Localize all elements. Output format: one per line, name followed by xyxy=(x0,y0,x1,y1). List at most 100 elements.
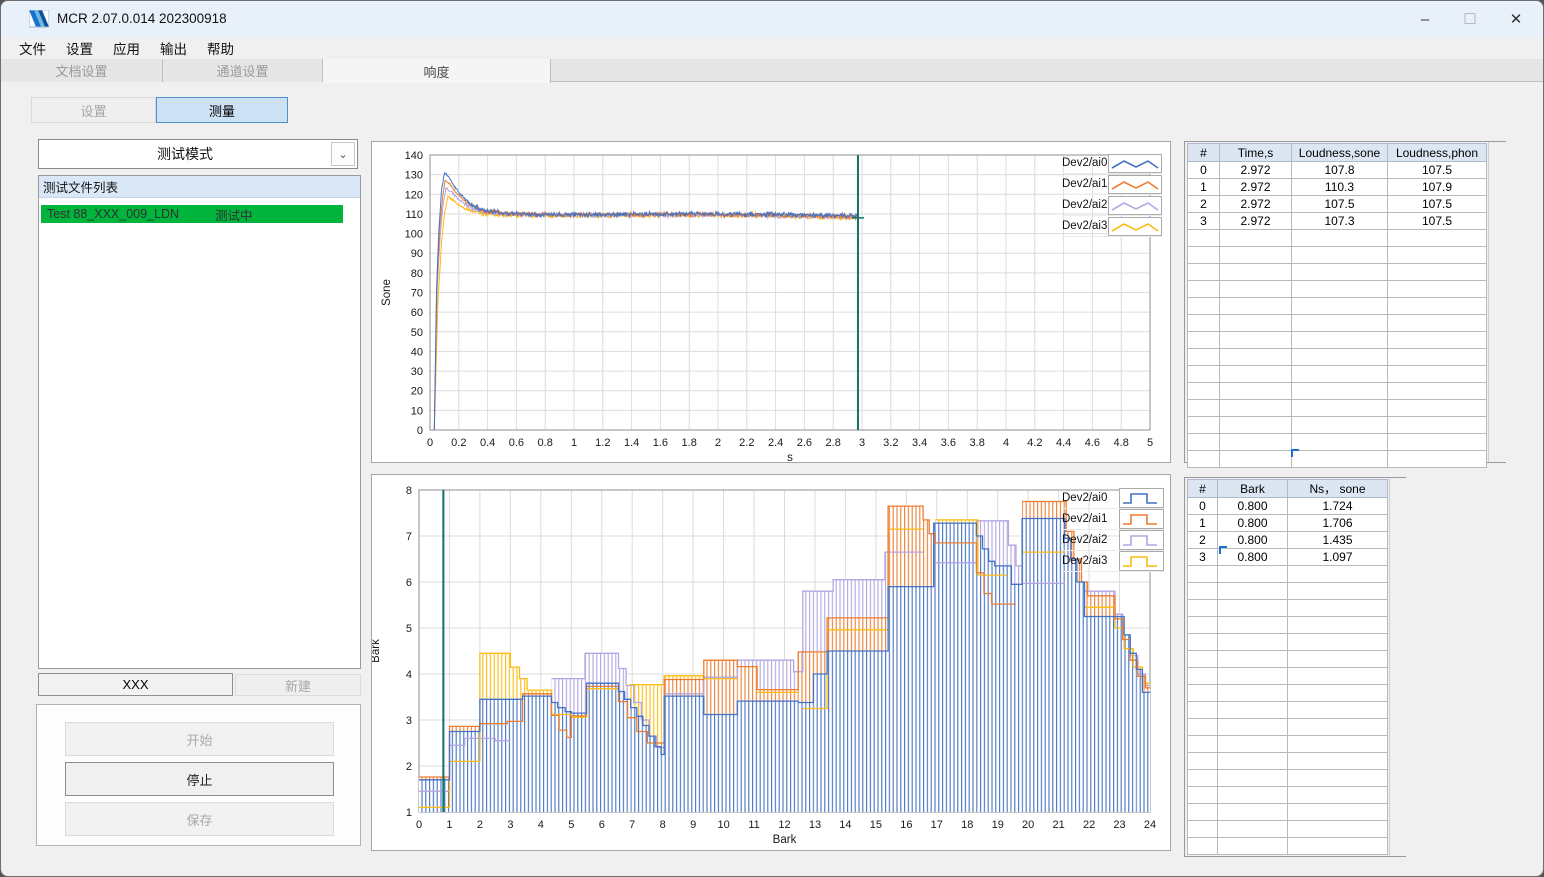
table-cell[interactable] xyxy=(1287,718,1388,736)
tab-channel-settings[interactable]: 通道设置 xyxy=(163,59,323,82)
bark-spectrum-plot[interactable]: 0 1 2 3 4 5 6 7 8 9 10 11 12 13 14 15 16 17 18 19 20 21 22 23 24… xyxy=(372,475,1170,850)
table-cell[interactable] xyxy=(1291,246,1388,264)
table-cell[interactable]: 107.5 xyxy=(1291,195,1388,213)
table-cell[interactable] xyxy=(1219,314,1292,332)
table-row-empty[interactable] xyxy=(1187,416,1487,434)
table-cell[interactable] xyxy=(1291,263,1388,281)
table-cell[interactable] xyxy=(1291,229,1388,247)
table-cell[interactable]: 107.8 xyxy=(1291,161,1388,179)
bark-table[interactable]: # Bark Ns， sone 0 0.800 1.724 1 0.800 1.706 2 0.80… xyxy=(1187,479,1388,855)
table-row-empty[interactable] xyxy=(1187,684,1388,702)
table-cell[interactable]: 0.800 xyxy=(1217,548,1288,566)
table-cell[interactable] xyxy=(1187,246,1220,264)
table-cell[interactable] xyxy=(1187,599,1218,617)
table-cell[interactable] xyxy=(1187,382,1220,400)
table-cell[interactable] xyxy=(1187,786,1218,804)
table-cell[interactable] xyxy=(1187,616,1218,634)
table-cell[interactable] xyxy=(1187,297,1220,315)
table-cell[interactable]: 107.5 xyxy=(1387,161,1487,179)
table-row-empty[interactable] xyxy=(1187,565,1388,583)
table-cell[interactable] xyxy=(1187,735,1218,753)
table-cell[interactable] xyxy=(1187,701,1218,719)
chevron-down-icon[interactable]: ⌄ xyxy=(331,142,355,166)
legend-item[interactable]: Dev2/ai2 xyxy=(1062,195,1162,216)
table-cell[interactable] xyxy=(1187,769,1218,787)
table-cell[interactable] xyxy=(1387,314,1487,332)
table-cell[interactable]: 107.5 xyxy=(1387,212,1487,230)
table-cell[interactable] xyxy=(1217,769,1288,787)
loudness-time-plot[interactable]: 0 0.2 0.4 0.6 0.8 1 1.2 1.4 1.6 1.8 2 2.2 2.4 2.6 2.8 3… xyxy=(372,142,1170,462)
table-cell[interactable]: 2 xyxy=(1187,531,1218,549)
line-style-icon[interactable] xyxy=(1108,174,1162,194)
table-cell[interactable] xyxy=(1291,314,1388,332)
table-row[interactable]: 3 0.800 1.097 xyxy=(1187,548,1388,566)
table-cell[interactable] xyxy=(1287,769,1388,787)
table-row-empty[interactable] xyxy=(1187,837,1388,855)
legend-item[interactable]: Dev2/ai3 xyxy=(1062,216,1162,237)
table-cell[interactable]: 1.097 xyxy=(1287,548,1388,566)
table-row-empty[interactable] xyxy=(1187,399,1487,417)
table-cell[interactable] xyxy=(1187,565,1218,583)
table-row-empty[interactable] xyxy=(1187,314,1487,332)
menu-item[interactable]: 文件 xyxy=(9,36,56,60)
table-cell[interactable] xyxy=(1187,280,1220,298)
table-row-empty[interactable] xyxy=(1187,280,1487,298)
table-cell[interactable] xyxy=(1287,684,1388,702)
table-cell[interactable] xyxy=(1219,365,1292,383)
column-header[interactable]: Ns， sone xyxy=(1287,479,1388,498)
table-cell[interactable] xyxy=(1217,650,1288,668)
table-cell[interactable] xyxy=(1387,450,1487,468)
table-cell[interactable] xyxy=(1187,650,1218,668)
table-cell[interactable] xyxy=(1217,803,1288,821)
bar-style-icon[interactable] xyxy=(1118,530,1164,550)
table-cell[interactable] xyxy=(1291,280,1388,298)
table-cell[interactable] xyxy=(1291,348,1388,366)
table-row-empty[interactable] xyxy=(1187,382,1487,400)
loudness-table[interactable]: # Time,s Loudness,sone Loudness,phon 0 2.972 1… xyxy=(1187,143,1487,468)
column-header[interactable]: Loudness,phon xyxy=(1387,143,1487,162)
table-cell[interactable] xyxy=(1387,399,1487,417)
column-header[interactable]: # xyxy=(1187,479,1218,498)
table-cell[interactable] xyxy=(1217,786,1288,804)
table-cell[interactable]: 107.3 xyxy=(1291,212,1388,230)
table-cell[interactable] xyxy=(1387,263,1487,281)
table-cell[interactable] xyxy=(1217,599,1288,617)
table-cell[interactable] xyxy=(1387,416,1487,434)
table-cell[interactable] xyxy=(1219,416,1292,434)
line-style-icon[interactable] xyxy=(1108,153,1162,173)
table-cell[interactable] xyxy=(1217,684,1288,702)
table-row-empty[interactable] xyxy=(1187,701,1388,719)
table-row-empty[interactable] xyxy=(1187,263,1487,281)
table-cell[interactable] xyxy=(1217,701,1288,719)
table-row[interactable]: 2 0.800 1.435 xyxy=(1187,531,1388,549)
table-cell[interactable] xyxy=(1217,718,1288,736)
table-cell[interactable] xyxy=(1217,735,1288,753)
tab-document-settings[interactable]: 文档设置 xyxy=(1,59,163,82)
table-cell[interactable] xyxy=(1387,365,1487,383)
table-cell[interactable] xyxy=(1387,280,1487,298)
table-cell[interactable] xyxy=(1187,803,1218,821)
table-cell[interactable] xyxy=(1217,616,1288,634)
table-cell[interactable] xyxy=(1187,752,1218,770)
table-row[interactable]: 3 2.972 107.3 107.5 xyxy=(1187,212,1487,230)
table-cell[interactable]: 2.972 xyxy=(1219,178,1292,196)
table-cell[interactable] xyxy=(1219,263,1292,281)
table-row-empty[interactable] xyxy=(1187,803,1388,821)
table-cell[interactable] xyxy=(1387,297,1487,315)
table-cell[interactable]: 2.972 xyxy=(1219,161,1292,179)
table-cell[interactable] xyxy=(1217,633,1288,651)
table-cell[interactable] xyxy=(1287,820,1388,838)
table-cell[interactable] xyxy=(1217,582,1288,600)
table-cell[interactable] xyxy=(1287,565,1388,583)
table-cell[interactable] xyxy=(1387,229,1487,247)
table-cell[interactable] xyxy=(1387,246,1487,264)
table-cell[interactable] xyxy=(1217,752,1288,770)
table-row-empty[interactable] xyxy=(1187,786,1388,804)
table-cell[interactable] xyxy=(1187,450,1220,468)
table-cell[interactable] xyxy=(1187,229,1220,247)
table-cell[interactable] xyxy=(1287,735,1388,753)
legend-item[interactable]: Dev2/ai1 xyxy=(1062,174,1162,195)
table-cell[interactable] xyxy=(1387,433,1487,451)
table-cell[interactable] xyxy=(1187,314,1220,332)
table-row-empty[interactable] xyxy=(1187,365,1487,383)
